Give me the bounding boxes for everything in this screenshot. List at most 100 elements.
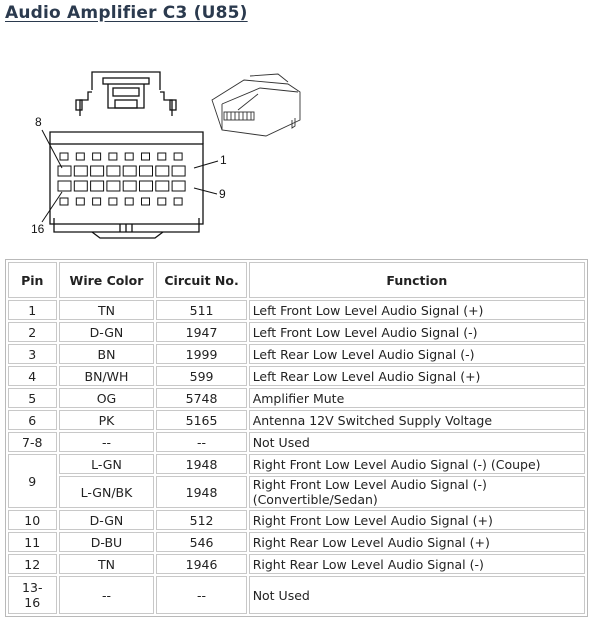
header-pin: Pin (8, 262, 57, 298)
cell-pin: 13- 16 (8, 576, 57, 614)
keyway-slot (124, 152, 134, 161)
cell-wire-color: D-GN (58, 510, 155, 530)
keyway-slot (173, 152, 183, 161)
page-title: Audio Amplifier C3 (U85) (5, 3, 248, 23)
cell-pin: 3 (8, 344, 57, 364)
cell-circuit: 1948 (156, 454, 247, 474)
terminal-cavity (171, 180, 186, 192)
callout-9: 9 (219, 187, 226, 201)
table-row: L-GN/BK 1948 Right Front Low Level Audio S… (8, 476, 585, 508)
cell-function: Right Rear Low Level Audio Signal (-) (248, 554, 585, 574)
cell-circuit: -- (156, 576, 247, 614)
header-circuit: Circuit No. (156, 262, 247, 298)
callout-1: 1 (220, 153, 227, 167)
cell-circuit: 546 (156, 532, 247, 552)
cell-pin: 5 (8, 388, 57, 408)
leader-1 (193, 160, 219, 169)
cell-function: Amplifier Mute (248, 388, 585, 408)
terminal-cavity (73, 180, 88, 192)
table-row: 3 BN 1999 Left Rear Low Level Audio Signal … (8, 344, 585, 364)
cell-wire-color: PK (58, 410, 155, 430)
cell-circuit: 5748 (156, 388, 247, 408)
cell-function: Left Rear Low Level Audio Signal (-) (248, 344, 585, 364)
cell-pin: 10 (8, 510, 57, 530)
cell-wire-color: D-BU (58, 532, 155, 552)
keyway-slot (108, 152, 118, 161)
cell-circuit: 511 (156, 300, 247, 320)
table-row: 4 BN/WH 599 Left Rear Low Level Audio Signa… (8, 366, 585, 386)
cell-pin: 2 (8, 322, 57, 342)
table-header-row: Pin Wire Color Circuit No. Function (8, 262, 585, 298)
connector-diagram: 8 1 9 16 (31, 71, 301, 239)
cell-function: Not Used (248, 576, 585, 614)
terminal-cavity (139, 165, 153, 177)
cell-function: Left Rear Low Level Audio Signal (+) (248, 366, 585, 386)
cell-circuit: 1947 (156, 322, 247, 342)
terminal-cavity (57, 165, 72, 177)
keyway-slot (157, 152, 167, 161)
keyway-slot (108, 197, 118, 206)
table-row: 5 OG 5748 Amplifier Mute (8, 388, 585, 408)
table-row: 12 TN 1946 Right Rear Low Level Audio Signa… (8, 554, 585, 574)
keyway-slot (173, 197, 183, 206)
leader-16 (41, 191, 63, 223)
terminal-cavity (122, 180, 137, 192)
cell-circuit: 512 (156, 510, 247, 530)
terminal-cavity (73, 165, 88, 177)
cell-pin: 12 (8, 554, 57, 574)
terminal-cavity (106, 180, 121, 192)
cell-pin: 1 (8, 300, 57, 320)
cell-circuit: -- (156, 432, 247, 452)
cell-circuit: 1948 (156, 476, 247, 508)
callout-8: 8 (35, 115, 42, 129)
terminal-cavity (57, 180, 72, 192)
cell-function: Antenna 12V Switched Supply Voltage (248, 410, 585, 430)
cell-wire-color: BN (58, 344, 155, 364)
cell-function: Right Rear Low Level Audio Signal (+) (248, 532, 585, 552)
header-wire-color: Wire Color (58, 262, 155, 298)
pinout-table: Pin Wire Color Circuit No. Function 1 TN 5… (5, 259, 588, 617)
cell-function: Right Front Low Level Audio Signal (-) (… (248, 454, 585, 474)
cell-pin: 11 (8, 532, 57, 552)
cell-function: Left Front Low Level Audio Signal (+) (248, 300, 585, 320)
cell-circuit: 5165 (156, 410, 247, 430)
cell-pin: 7-8 (8, 432, 57, 452)
terminal-cavity (155, 180, 170, 192)
terminal-cavity (155, 165, 170, 177)
keyway-slot (92, 152, 102, 161)
cell-pin: 6 (8, 410, 57, 430)
cell-wire-color: TN (58, 300, 155, 320)
terminal-grid (57, 152, 186, 206)
table-row: 7-8 -- -- Not Used (8, 432, 585, 452)
cell-wire-color: L-GN (58, 454, 155, 474)
cell-function: Left Front Low Level Audio Signal (-) (248, 322, 585, 342)
cell-function: Right Front Low Level Audio Signal (+) (248, 510, 585, 530)
keyway-slot (92, 197, 102, 206)
cell-wire-color: D-GN (58, 322, 155, 342)
keyway-slot (157, 197, 167, 206)
cell-wire-color: TN (58, 554, 155, 574)
table-row: 10 D-GN 512 Right Front Low Level Audio Sig… (8, 510, 585, 530)
callout-16: 16 (31, 222, 45, 236)
cell-wire-color: -- (58, 576, 155, 614)
cell-circuit: 1946 (156, 554, 247, 574)
cell-function: Right Front Low Level Audio Signal (-) (C… (248, 476, 585, 508)
keyway-slot (59, 152, 69, 161)
cell-wire-color: BN/WH (58, 366, 155, 386)
table-row: 9 L-GN 1948 Right Front Low Level Audio Sig… (8, 454, 585, 508)
terminal-cavity (106, 165, 121, 177)
leader-9 (193, 187, 218, 195)
cell-wire-color: L-GN/BK (58, 476, 155, 508)
table-row: 11 D-BU 546 Right Rear Low Level Audio Sign… (8, 532, 585, 552)
keyway-slot (75, 197, 85, 206)
cell-function: Not Used (248, 432, 585, 452)
terminal-cavity (90, 165, 105, 177)
table-row: 6 PK 5165 Antenna 12V Switched Supply Volta… (8, 410, 585, 430)
keyway-slot (59, 197, 69, 206)
connector-isometric-view (211, 73, 301, 137)
terminal-cavity (122, 165, 137, 177)
terminal-cavity (90, 180, 105, 192)
keyway-slot (75, 152, 85, 161)
table-row: 1 TN 511 Left Front Low Level Audio Signal … (8, 300, 585, 320)
header-function: Function (248, 262, 585, 298)
